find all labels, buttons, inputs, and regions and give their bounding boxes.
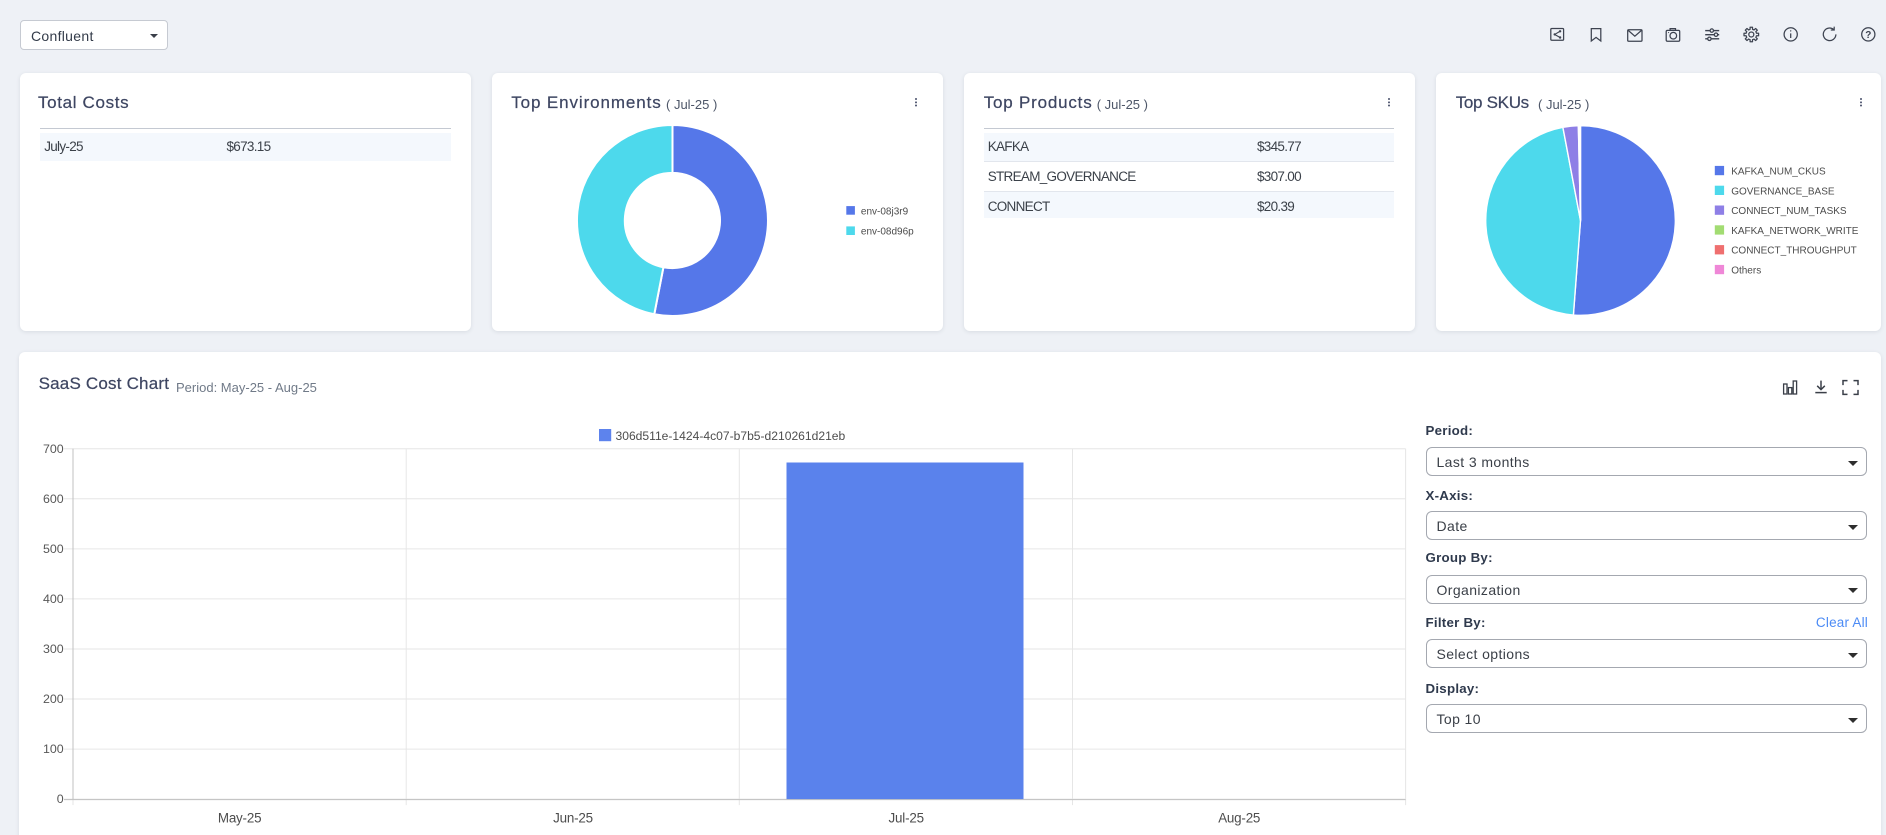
svg-text:100: 100 [43,742,64,756]
svg-text:200: 200 [43,692,64,706]
svg-text:0: 0 [57,792,64,806]
svg-text:Others: Others [1731,266,1761,277]
svg-text:700: 700 [43,442,64,456]
svg-text:CONNECT_THROUGHPUT: CONNECT_THROUGHPUT [1731,246,1857,257]
svg-text:May-25: May-25 [218,811,261,826]
svg-text:KAFKA_NETWORK_WRITE: KAFKA_NETWORK_WRITE [1731,226,1859,237]
svg-text:306d511e-1424-4c07-b7b5-d21026: 306d511e-1424-4c07-b7b5-d210261d21eb [616,429,846,443]
svg-text:400: 400 [43,592,64,606]
svg-text:env-08j3r9: env-08j3r9 [861,206,909,217]
svg-text:Jun-25: Jun-25 [553,811,593,826]
svg-text:env-08d96p: env-08d96p [861,227,914,238]
svg-text:600: 600 [43,492,64,506]
svg-text:?: ? [1865,30,1871,41]
svg-text:CONNECT_NUM_TASKS: CONNECT_NUM_TASKS [1731,206,1847,217]
svg-text:KAFKA_NUM_CKUS: KAFKA_NUM_CKUS [1731,167,1826,178]
svg-text:300: 300 [43,642,64,656]
svg-text:Aug-25: Aug-25 [1218,811,1260,826]
svg-text:GOVERNANCE_BASE: GOVERNANCE_BASE [1731,186,1835,197]
svg-text:500: 500 [43,542,64,556]
svg-text:Jul-25: Jul-25 [889,811,924,826]
